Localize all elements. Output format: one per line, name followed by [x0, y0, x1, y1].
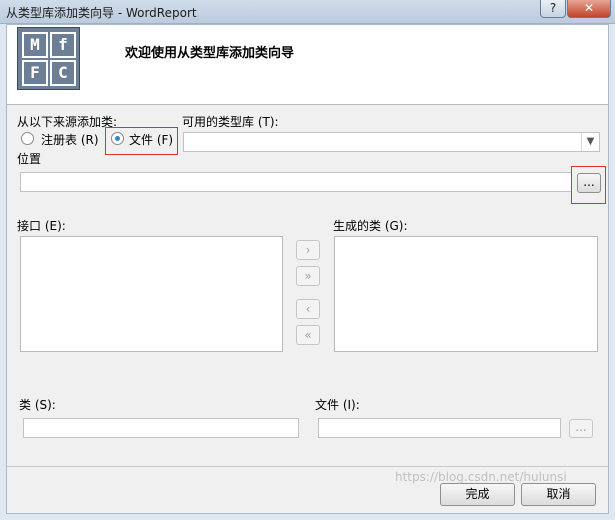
logo-letter: M — [22, 32, 48, 58]
interfaces-label: 接口 (E): — [17, 219, 66, 233]
finish-button[interactable]: 完成 — [440, 483, 515, 506]
add-all-button[interactable]: » — [296, 266, 320, 286]
class-name-input[interactable] — [23, 418, 299, 438]
file-name-label: 文件 (I): — [315, 398, 360, 412]
logo-letter: f — [50, 32, 76, 58]
logo-letter: F — [22, 60, 48, 86]
typelib-label: 可用的类型库 (T): — [182, 115, 279, 129]
logo-letter: C — [50, 60, 76, 86]
typelib-combo[interactable]: ▼ — [183, 132, 600, 152]
mfc-logo-icon: M f F C — [17, 27, 80, 90]
window-title: 从类型库添加类向导 - WordReport — [6, 6, 197, 20]
location-label: 位置 — [17, 152, 42, 166]
wizard-dialog: M f F C 欢迎使用从类型库添加类向导 从以下来源添加类: 注册表 (R) … — [6, 24, 609, 514]
wizard-header: M f F C 欢迎使用从类型库添加类向导 — [7, 25, 608, 105]
location-input[interactable] — [20, 172, 572, 192]
cancel-button[interactable]: 取消 — [521, 483, 596, 506]
file-radio-label[interactable]: 文件 (F) — [129, 131, 173, 148]
footer-divider — [7, 466, 608, 467]
generated-classes-label: 生成的类 (G): — [333, 219, 408, 233]
title-bar: 从类型库添加类向导 - WordReport ? ✕ — [0, 0, 615, 24]
remove-all-button[interactable]: « — [296, 325, 320, 345]
class-name-label: 类 (S): — [19, 398, 56, 412]
watermark-text: https://blog.csdn.net/hulunsi — [395, 470, 567, 484]
remove-one-button[interactable]: ‹ — [296, 299, 320, 319]
location-browse-button[interactable]: ... — [577, 173, 601, 193]
close-button[interactable]: ✕ — [567, 0, 611, 18]
chevron-down-icon[interactable]: ▼ — [581, 133, 599, 151]
file-browse-button[interactable]: ... — [569, 419, 593, 438]
interfaces-list[interactable] — [20, 236, 283, 352]
page-title: 欢迎使用从类型库添加类向导 — [125, 46, 295, 61]
help-button[interactable]: ? — [540, 0, 566, 18]
file-radio[interactable] — [111, 132, 124, 145]
source-group-label: 从以下来源添加类: — [17, 115, 118, 129]
registry-radio-label[interactable]: 注册表 (R) — [41, 131, 99, 148]
file-name-input[interactable] — [318, 418, 561, 438]
registry-radio[interactable] — [21, 132, 34, 145]
generated-classes-list[interactable] — [334, 236, 598, 352]
add-one-button[interactable]: › — [296, 240, 320, 260]
